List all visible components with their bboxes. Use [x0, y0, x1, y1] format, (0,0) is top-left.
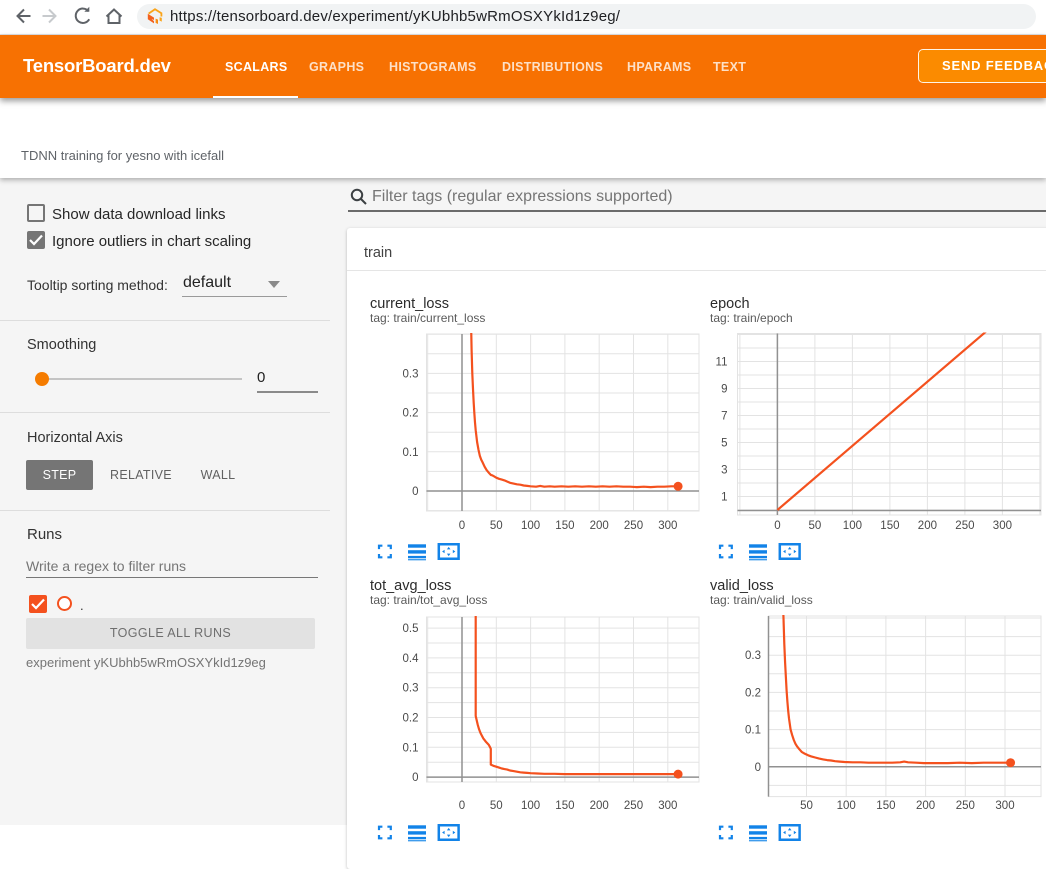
svg-text:250: 250	[624, 520, 643, 532]
svg-text:0.1: 0.1	[745, 725, 761, 737]
svg-text:0.3: 0.3	[403, 368, 419, 380]
svg-text:250: 250	[955, 520, 974, 532]
svg-text:0: 0	[459, 520, 465, 532]
svg-text:100: 100	[843, 520, 862, 532]
svg-text:300: 300	[993, 520, 1012, 532]
svg-text:250: 250	[624, 800, 643, 812]
svg-text:200: 200	[916, 800, 935, 812]
svg-text:100: 100	[521, 520, 540, 532]
svg-text:0.4: 0.4	[403, 653, 420, 665]
svg-text:0: 0	[459, 800, 465, 812]
svg-text:150: 150	[876, 800, 895, 812]
svg-text:0: 0	[412, 772, 418, 784]
svg-text:50: 50	[809, 520, 822, 532]
svg-text:0.1: 0.1	[403, 742, 419, 754]
svg-text:100: 100	[837, 800, 856, 812]
svg-text:300: 300	[658, 800, 677, 812]
svg-text:0.2: 0.2	[745, 687, 761, 699]
svg-text:5: 5	[721, 438, 727, 450]
svg-text:11: 11	[716, 357, 728, 369]
svg-text:0.2: 0.2	[403, 408, 419, 420]
svg-text:50: 50	[800, 800, 813, 812]
svg-text:9: 9	[721, 384, 727, 396]
svg-text:1: 1	[721, 492, 727, 504]
svg-text:0.3: 0.3	[403, 683, 419, 695]
svg-text:0.3: 0.3	[745, 650, 761, 662]
svg-text:100: 100	[521, 800, 540, 812]
svg-text:0.1: 0.1	[403, 447, 419, 459]
svg-text:300: 300	[995, 800, 1014, 812]
svg-text:3: 3	[721, 465, 727, 477]
svg-text:300: 300	[658, 520, 677, 532]
svg-text:0: 0	[774, 520, 780, 532]
svg-text:150: 150	[555, 520, 574, 532]
svg-text:0: 0	[755, 762, 761, 774]
svg-text:150: 150	[880, 520, 899, 532]
svg-text:0.2: 0.2	[403, 713, 419, 725]
svg-text:250: 250	[956, 800, 975, 812]
svg-text:0.5: 0.5	[403, 623, 419, 635]
svg-text:200: 200	[590, 800, 609, 812]
svg-text:0: 0	[412, 486, 418, 498]
svg-text:7: 7	[721, 411, 727, 423]
svg-text:200: 200	[590, 520, 609, 532]
svg-text:150: 150	[555, 800, 574, 812]
svg-text:200: 200	[918, 520, 937, 532]
svg-text:50: 50	[490, 520, 503, 532]
svg-text:50: 50	[490, 800, 503, 812]
